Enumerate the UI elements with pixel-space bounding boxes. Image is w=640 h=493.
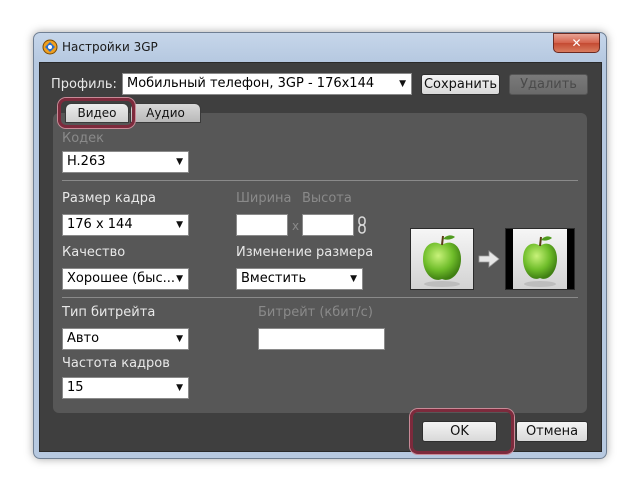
divider	[62, 180, 578, 181]
height-input[interactable]	[302, 214, 354, 236]
codec-select-value: H.263	[67, 154, 106, 169]
profile-select-value: Мобильный телефон, 3GP - 176x144	[127, 76, 375, 91]
chevron-down-icon: ▼	[350, 274, 357, 284]
cancel-button[interactable]: Отмена	[516, 421, 588, 442]
divider	[62, 297, 578, 298]
frame-rate-select-value: 15	[67, 380, 84, 395]
close-button[interactable]: ✕	[553, 33, 600, 53]
width-label: Ширина	[236, 191, 292, 206]
codec-label: Кодек	[62, 131, 105, 146]
bitrate-type-select-value: Авто	[67, 331, 100, 346]
apple-icon	[423, 235, 461, 287]
ok-button-highlight	[410, 409, 514, 454]
bitrate-input[interactable]	[258, 328, 385, 350]
chevron-down-icon: ▼	[399, 79, 406, 89]
frame-size-select-value: 176 x 144	[67, 217, 133, 232]
delete-button[interactable]: Удалить	[509, 74, 588, 95]
bitrate-label: Битрейт (кбит/с)	[258, 305, 373, 320]
resize-label: Изменение размера	[236, 245, 374, 260]
tab-video-highlight	[58, 98, 135, 128]
frame-rate-label: Частота кадров	[62, 356, 170, 371]
chevron-down-icon: ▼	[176, 383, 183, 393]
tab-audio[interactable]: Аудио	[130, 103, 201, 123]
times-sign: x	[292, 219, 300, 233]
output-preview-frame	[513, 229, 567, 289]
profile-label: Профиль:	[51, 77, 117, 92]
source-preview	[410, 228, 474, 290]
chevron-down-icon: ▼	[176, 274, 183, 284]
quality-select-value: Хорошее (быс...	[67, 271, 175, 286]
app-logo-icon	[42, 39, 58, 55]
chevron-down-icon: ▼	[176, 220, 183, 230]
width-input[interactable]	[236, 214, 288, 236]
quality-select[interactable]: Хорошее (быс... ▼	[62, 268, 189, 290]
chevron-down-icon: ▼	[176, 157, 183, 167]
height-label: Высота	[302, 191, 352, 206]
frame-rate-select[interactable]: 15 ▼	[62, 377, 189, 399]
codec-select[interactable]: H.263 ▼	[62, 151, 189, 173]
bitrate-type-select[interactable]: Авто ▼	[62, 328, 189, 350]
window-title: Настройки 3GP	[62, 40, 158, 54]
save-button[interactable]: Сохранить	[421, 74, 500, 95]
quality-label: Качество	[62, 245, 126, 260]
frame-size-select[interactable]: 176 x 144 ▼	[62, 214, 189, 236]
bitrate-type-label: Тип битрейта	[62, 305, 156, 320]
resize-select-value: Вместить	[241, 271, 307, 286]
apple-icon	[523, 236, 557, 287]
close-icon: ✕	[571, 36, 582, 50]
frame-size-label: Размер кадра	[62, 191, 156, 206]
resize-select[interactable]: Вместить ▼	[236, 268, 363, 290]
output-preview	[505, 228, 575, 290]
profile-select[interactable]: Мобильный телефон, 3GP - 176x144 ▼	[122, 73, 412, 95]
chevron-down-icon: ▼	[176, 334, 183, 344]
arrow-right-icon	[478, 250, 500, 268]
link-aspect-icon[interactable]	[357, 215, 367, 235]
